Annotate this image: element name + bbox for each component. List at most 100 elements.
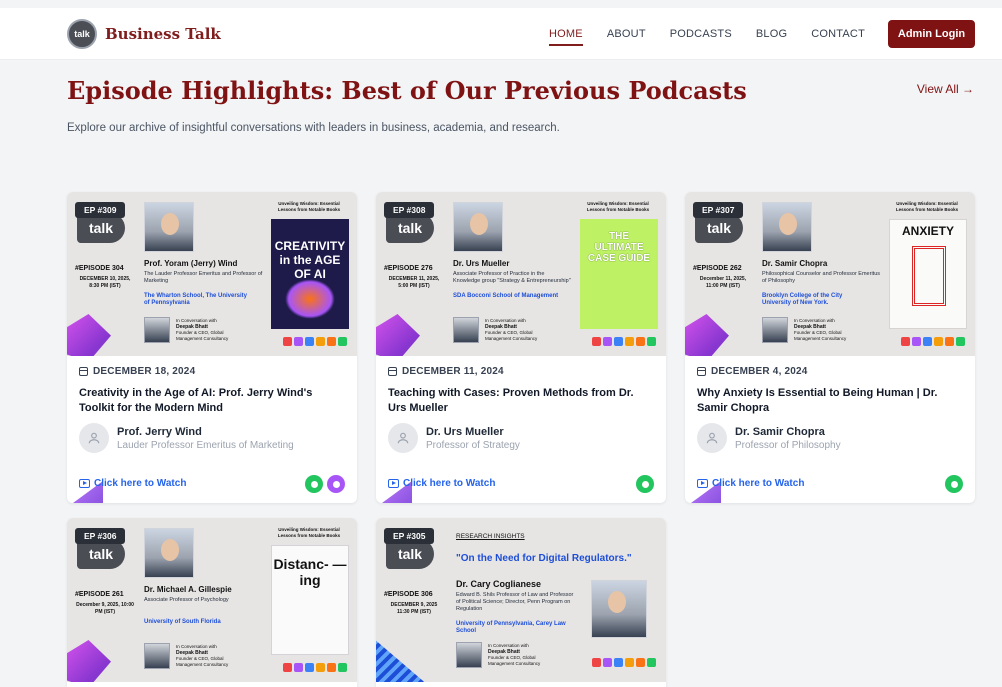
thumb-guest-role: The Lauder Professor Emeritus and Profes… (144, 271, 263, 284)
book-title: CREATIVITY in the AGE OF AI (274, 239, 346, 281)
thumb-episode-number: #EPISODE 306 (384, 591, 433, 598)
guest-role: Professor of Strategy (426, 439, 520, 451)
view-all-link[interactable]: View All → (917, 82, 974, 96)
thumb-guest-institution: University of South Florida (144, 619, 221, 625)
thumb-guest-role: Edward B. Shils Professor of Law and Pro… (456, 592, 574, 612)
spotify-icon[interactable] (305, 475, 323, 493)
play-icon (388, 479, 399, 488)
episode-date: DECEMBER 18, 2024 (93, 366, 196, 377)
nav-contact[interactable]: CONTACT (811, 24, 865, 44)
host-block: In Conversation with Deepak Bhatt Founder … (762, 317, 854, 343)
spotify-icon (647, 337, 656, 346)
host-role: Founder & CEO, Global Management Consult… (794, 330, 847, 341)
calendar-icon (697, 367, 706, 376)
host-avatar (144, 317, 170, 343)
calendar-icon (79, 367, 88, 376)
podcast-icon (294, 337, 303, 346)
host-block: In Conversation with Deepak Bhatt Founder … (144, 643, 236, 669)
guest-role: Professor of Philosophy (735, 439, 841, 451)
top-navbar: talk Business Talk HOME ABOUT PODCASTS B… (0, 8, 1002, 60)
thumb-guest-role: Philosophical Counselor and Professor Em… (762, 271, 881, 284)
rss-icon (316, 663, 325, 672)
guest-info: Dr. Urs Mueller Professor of Strategy (388, 423, 654, 453)
episode-thumbnail[interactable]: EP #307 talk #EPISODE 262 December 11, 2… (685, 192, 975, 356)
thumb-episode-number: #EPISODE 276 (384, 265, 433, 272)
episode-badge: EP #305 (384, 528, 435, 544)
episode-badge: EP #306 (75, 528, 126, 544)
decor-shape (67, 640, 111, 682)
host-block: In Conversation with Deepak Bhatt Founder … (453, 317, 545, 343)
brand[interactable]: talk Business Talk (67, 19, 221, 49)
guest-info: Prof. Jerry Wind Lauder Professor Emeritu… (79, 423, 345, 453)
audio-icon (636, 658, 645, 667)
host-role: Founder & CEO, Global Management Consult… (176, 330, 229, 341)
guest-portrait (144, 202, 194, 252)
research-label: RESEARCH INSIGHTS (456, 533, 525, 540)
episode-title[interactable]: Creativity in the Age of AI: Prof. Jerry… (79, 386, 345, 416)
audio-icon (327, 337, 336, 346)
episode-thumbnail[interactable]: EP #305 talk #EPISODE 306 DECEMBER 9, 20… (376, 518, 666, 682)
spotify-icon[interactable] (636, 475, 654, 493)
spotify-icon[interactable] (945, 475, 963, 493)
nav-blog[interactable]: BLOG (756, 24, 787, 44)
thumb-date: December 11, 2025, 11:00 PM (IST) (699, 276, 747, 289)
podcast-icon (912, 337, 921, 346)
platform-links (301, 475, 345, 493)
episode-title[interactable]: Teaching with Cases: Proven Methods from… (388, 386, 654, 416)
platform-links (632, 475, 654, 493)
guest-name: Dr. Samir Chopra (735, 425, 825, 438)
decor-shape (376, 314, 420, 356)
thumb-guest-role: Associate Professor of Practice in the K… (453, 271, 571, 284)
guest-name: Prof. Jerry Wind (117, 425, 202, 438)
podcast-icon (294, 663, 303, 672)
episode-date: DECEMBER 4, 2024 (711, 366, 808, 377)
host-avatar (456, 642, 482, 668)
episode-card[interactable]: EP #306 talk #EPISODE 261 December 9, 20… (67, 518, 357, 687)
linkedin-icon (923, 337, 932, 346)
episode-card[interactable]: EP #307 talk #EPISODE 262 December 11, 2… (685, 192, 975, 503)
host-role: Founder & CEO, Global Management Consult… (488, 655, 541, 666)
youtube-icon (283, 337, 292, 346)
episode-thumbnail[interactable]: EP #309 talk #EPISODE 304 DECEMBER 10, 2… (67, 192, 357, 356)
thumb-date: DECEMBER 11, 2025, 5:00 PM (IST) (388, 276, 440, 289)
book-tagline: Unveiling Wisdom: Essential Lessons from… (277, 527, 341, 538)
episode-thumbnail[interactable]: EP #306 talk #EPISODE 261 December 9, 20… (67, 518, 357, 682)
episode-thumbnail[interactable]: EP #308 talk #EPISODE 276 DECEMBER 11, 2… (376, 192, 666, 356)
watch-link[interactable]: Click here to Watch (79, 478, 186, 489)
episode-card[interactable]: EP #308 talk #EPISODE 276 DECEMBER 11, 2… (376, 192, 666, 503)
platform-icons-row (590, 337, 656, 346)
spotify-icon (647, 658, 656, 667)
book-cover: THE ULTIMATE CASE GUIDE (580, 219, 658, 329)
nav-about[interactable]: ABOUT (607, 24, 646, 44)
spotify-icon (956, 337, 965, 346)
podcast-icon (603, 658, 612, 667)
episode-card[interactable]: EP #309 talk #EPISODE 304 DECEMBER 10, 2… (67, 192, 357, 503)
audio-icon (327, 663, 336, 672)
admin-login-button[interactable]: Admin Login (888, 20, 975, 48)
apple-podcasts-icon[interactable] (327, 475, 345, 493)
host-avatar (453, 317, 479, 343)
episode-title[interactable]: Why Anxiety Is Essential to Being Human … (697, 386, 963, 416)
thumb-guest-name: Prof. Yoram (Jerry) Wind (144, 259, 238, 268)
platform-icons-row (899, 337, 965, 346)
youtube-icon (283, 663, 292, 672)
episode-badge: EP #309 (75, 202, 126, 218)
rss-icon (625, 658, 634, 667)
nav-home[interactable]: HOME (549, 24, 583, 46)
linkedin-icon (614, 658, 623, 667)
host-block: In Conversation with Deepak Bhatt Founder … (144, 317, 236, 343)
watch-link[interactable]: Click here to Watch (697, 478, 804, 489)
book-cover: Distanc- —ing (271, 545, 349, 655)
audio-icon (945, 337, 954, 346)
book-cover: ANXIETY (889, 219, 967, 329)
guest-portrait (144, 528, 194, 578)
book-cover: CREATIVITY in the AGE OF AI (271, 219, 349, 329)
nav-podcasts[interactable]: PODCASTS (670, 24, 732, 44)
episode-card[interactable]: EP #305 talk #EPISODE 306 DECEMBER 9, 20… (376, 518, 666, 687)
thumb-date: DECEMBER 9, 2025 11:30 PM (IST) (390, 602, 438, 615)
decor-shape (67, 314, 111, 356)
book-tagline: Unveiling Wisdom: Essential Lessons from… (586, 201, 650, 212)
rss-icon (934, 337, 943, 346)
youtube-icon (592, 337, 601, 346)
watch-link[interactable]: Click here to Watch (388, 478, 495, 489)
